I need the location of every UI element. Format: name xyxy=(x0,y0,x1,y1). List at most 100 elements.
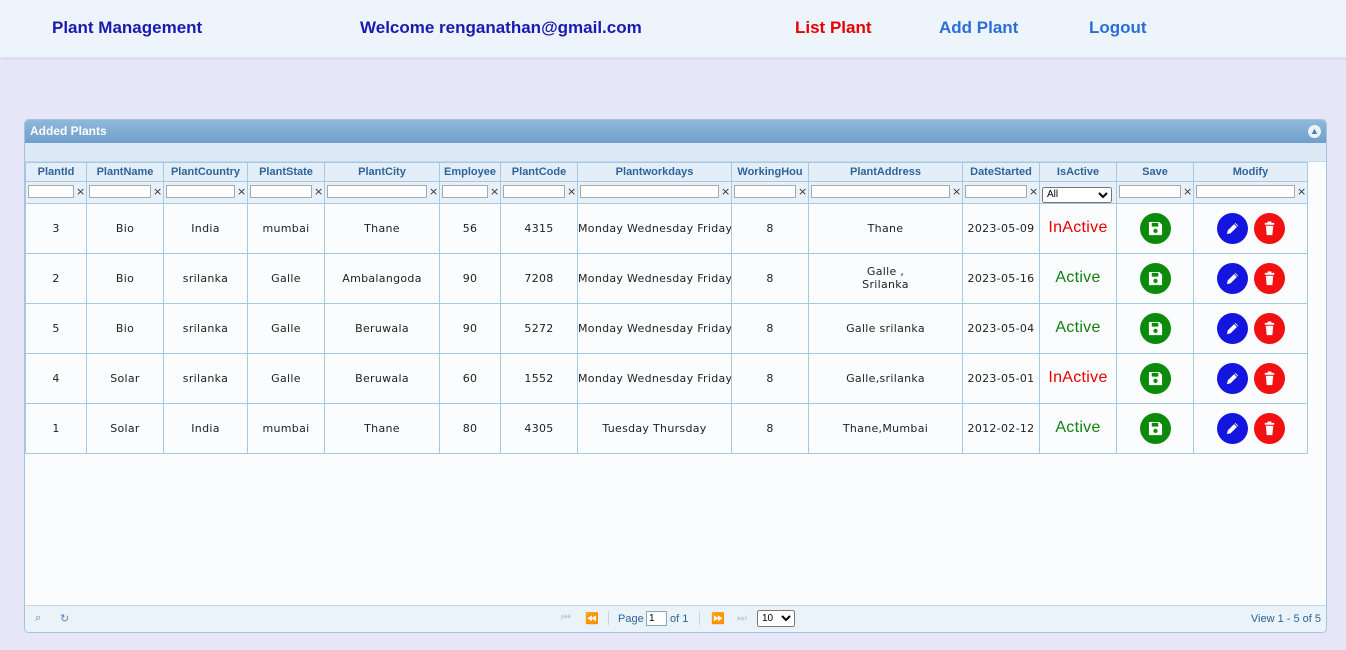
isactive-filter-select[interactable]: All xyxy=(1042,186,1112,203)
column-header[interactable]: PlantCity xyxy=(324,162,440,182)
table-row[interactable]: 3 Bio India mumbai Thane 56 4315 Monday Wednesd… xyxy=(25,202,1308,254)
clear-filter-icon[interactable]: × xyxy=(490,185,499,198)
column-header[interactable]: PlantId xyxy=(25,162,87,182)
filter-input[interactable] xyxy=(811,184,950,198)
cell-address: Galle , Srilanka xyxy=(808,252,963,304)
clear-filter-icon[interactable]: × xyxy=(721,185,730,198)
save-button[interactable] xyxy=(1139,212,1171,244)
delete-button[interactable] xyxy=(1253,212,1285,244)
refresh-icon[interactable]: ↻ xyxy=(60,612,69,625)
edit-button[interactable] xyxy=(1216,362,1248,394)
table-row[interactable]: 4 Solar srilanka Galle Beruwala 60 1552 Monday … xyxy=(25,352,1308,404)
prev-page-icon[interactable]: ⏪ xyxy=(585,612,599,625)
column-header[interactable]: PlantCountry xyxy=(163,162,248,182)
cell-country: srilanka xyxy=(163,302,248,354)
save-button[interactable] xyxy=(1139,312,1171,344)
cell-value: 2 xyxy=(52,271,60,285)
filter-input[interactable] xyxy=(166,184,235,198)
table-row[interactable]: 2 Bio srilanka Galle Ambalangoda 90 7208 Monday… xyxy=(25,252,1308,304)
clear-filter-icon[interactable]: × xyxy=(1183,185,1192,198)
column-header[interactable]: IsActive xyxy=(1039,162,1117,182)
cell-save xyxy=(1116,202,1194,254)
status-badge: Active xyxy=(1055,269,1101,286)
edit-button[interactable] xyxy=(1216,312,1248,344)
delete-button[interactable] xyxy=(1253,362,1285,394)
filter-input[interactable] xyxy=(89,184,151,198)
first-page-icon[interactable]: ⏮ xyxy=(561,612,571,625)
cell-address: Galle,srilanka xyxy=(808,352,963,404)
filter-input[interactable] xyxy=(1119,184,1181,198)
column-header[interactable]: PlantState xyxy=(247,162,325,182)
edit-button[interactable] xyxy=(1216,212,1248,244)
column-header[interactable]: WorkingHou xyxy=(731,162,809,182)
column-header[interactable]: Modify xyxy=(1193,162,1308,182)
cell-started: 2023-05-04 xyxy=(962,302,1040,354)
cell-value: Thane xyxy=(867,221,904,235)
cell-modify xyxy=(1193,202,1308,254)
last-page-icon[interactable]: ⏭ xyxy=(737,612,747,625)
delete-button[interactable] xyxy=(1253,312,1285,344)
clear-filter-icon[interactable]: × xyxy=(314,185,323,198)
nav-add-plant-link[interactable]: Add Plant xyxy=(939,18,1018,38)
clear-filter-icon[interactable]: × xyxy=(76,185,85,198)
clear-filter-icon[interactable]: × xyxy=(1029,185,1038,198)
cell-value: Galle,srilanka xyxy=(846,371,925,385)
cell-value: Tuesday Thursday xyxy=(602,421,707,435)
table-row[interactable]: 1 Solar India mumbai Thane 80 4305 Tuesday Thur… xyxy=(25,402,1308,454)
filter-input[interactable] xyxy=(28,184,74,198)
cell-value: India xyxy=(191,421,220,435)
filter-input[interactable] xyxy=(965,184,1027,198)
collapse-icon[interactable]: ▲ xyxy=(1308,125,1321,138)
clear-filter-icon[interactable]: × xyxy=(798,185,807,198)
delete-button[interactable] xyxy=(1253,412,1285,444)
column-header[interactable]: Save xyxy=(1116,162,1194,182)
cell-value: 56 xyxy=(462,221,478,235)
cell-value: Thane,Mumbai xyxy=(842,421,929,435)
grid-caption: Added Plants ▲ xyxy=(25,120,1326,143)
clear-filter-icon[interactable]: × xyxy=(1297,185,1306,198)
cell-hours: 8 xyxy=(731,402,809,454)
column-header[interactable]: PlantName xyxy=(86,162,164,182)
filter-input[interactable] xyxy=(250,184,312,198)
filter-input[interactable] xyxy=(580,184,719,198)
clear-filter-icon[interactable]: × xyxy=(567,185,576,198)
nav-logout-link[interactable]: Logout xyxy=(1089,18,1147,38)
next-page-icon[interactable]: ⏩ xyxy=(711,612,725,625)
grid-pager: ⌕ ↻ ⏮ ⏪ Page of 1 ⏩ ⏭ 10 View 1 - 5 of 5 xyxy=(25,605,1326,632)
save-button[interactable] xyxy=(1139,262,1171,294)
brand-title[interactable]: Plant Management xyxy=(52,18,202,38)
search-icon[interactable]: ⌕ xyxy=(35,612,41,625)
clear-filter-icon[interactable]: × xyxy=(952,185,961,198)
clear-filter-icon[interactable]: × xyxy=(429,185,438,198)
filter-input[interactable] xyxy=(327,184,427,198)
filter-input[interactable] xyxy=(734,184,796,198)
page-size-select[interactable]: 10 xyxy=(757,610,795,627)
cell-value: 90 xyxy=(462,321,478,335)
filter-input[interactable] xyxy=(503,184,565,198)
clear-filter-icon[interactable]: × xyxy=(153,185,162,198)
filter-input[interactable] xyxy=(442,184,488,198)
column-header[interactable]: Plantworkdays xyxy=(577,162,732,182)
nav-list-plant-link[interactable]: List Plant xyxy=(795,18,872,38)
cell-save xyxy=(1116,302,1194,354)
column-header[interactable]: PlantAddress xyxy=(808,162,963,182)
cell-value: Solar xyxy=(110,371,140,385)
page-number-input[interactable] xyxy=(646,611,667,626)
edit-button[interactable] xyxy=(1216,262,1248,294)
save-button[interactable] xyxy=(1139,362,1171,394)
table-row[interactable]: 5 Bio srilanka Galle Beruwala 90 5272 Monday We… xyxy=(25,302,1308,354)
clear-filter-icon[interactable]: × xyxy=(237,185,246,198)
column-header[interactable]: Employee xyxy=(439,162,501,182)
cell-name: Bio xyxy=(86,252,164,304)
filter-input[interactable] xyxy=(1196,184,1295,198)
column-header[interactable]: DateStarted xyxy=(962,162,1040,182)
cell-id: 5 xyxy=(25,302,87,354)
cell-workdays: Monday Wednesday Friday xyxy=(577,352,732,404)
delete-button[interactable] xyxy=(1253,262,1285,294)
status-badge: Active xyxy=(1055,419,1101,436)
column-header[interactable]: PlantCode xyxy=(500,162,578,182)
edit-button[interactable] xyxy=(1216,412,1248,444)
filter-cell: × xyxy=(163,181,248,204)
cell-value: Monday Wednesday Friday xyxy=(578,271,732,285)
save-button[interactable] xyxy=(1139,412,1171,444)
